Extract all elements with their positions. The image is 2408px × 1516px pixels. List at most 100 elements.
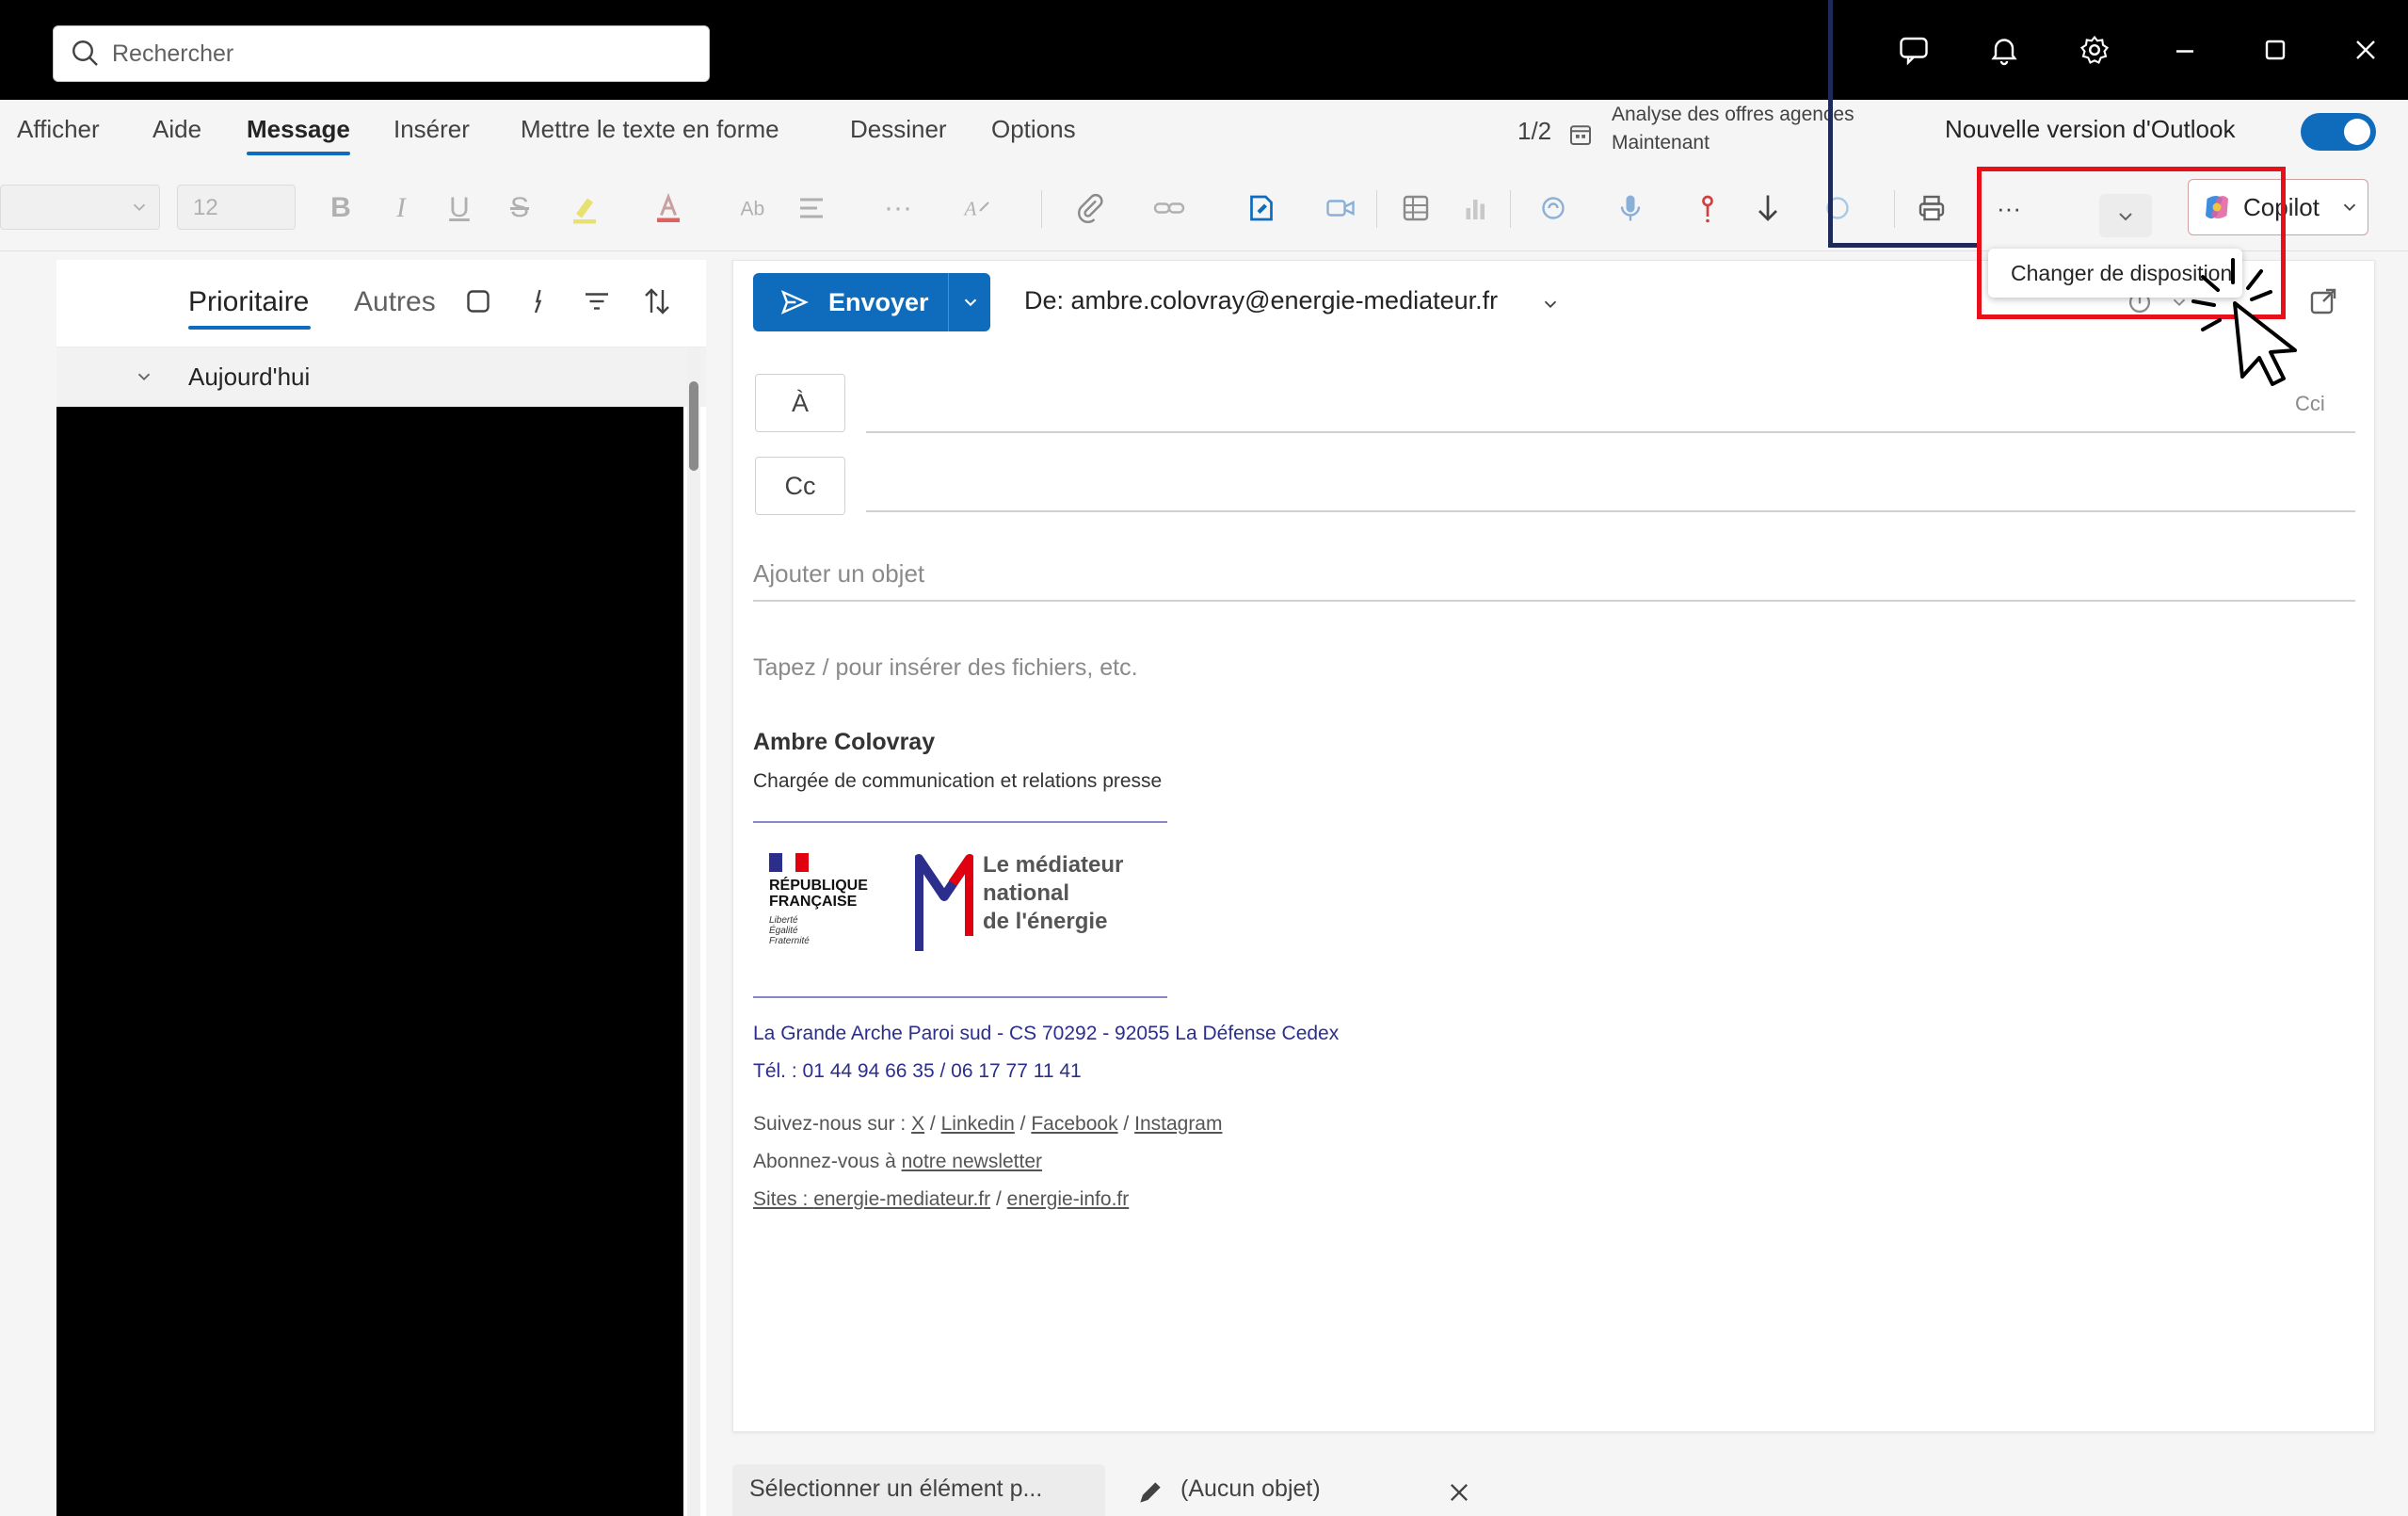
signature-phone: Tél. : 01 44 94 66 35 / 06 17 77 11 41 [753, 1060, 1082, 1082]
maximize-icon[interactable] [2254, 28, 2297, 72]
calendar-icon [1570, 125, 1591, 145]
settings-icon[interactable] [2073, 28, 2116, 72]
importance-high-icon[interactable] [1687, 186, 1728, 230]
draft-subject: (Aucun objet) [1180, 1476, 1321, 1502]
rf-motto-3: Fraternité [769, 936, 810, 946]
signature-newsletter: Abonnez-vous à notre newsletter [753, 1151, 1042, 1173]
video-icon[interactable] [1320, 186, 1361, 230]
notification-title[interactable]: Analyse des offres agences [1612, 104, 1854, 126]
filter-icon[interactable] [580, 284, 614, 318]
sep: / [1117, 1113, 1135, 1135]
subject-input[interactable]: Ajouter un objet [753, 559, 924, 589]
draft-tab[interactable]: (Aucun objet) [1120, 1464, 1478, 1516]
chat-icon[interactable] [1892, 28, 1935, 72]
tab-dessiner[interactable]: Dessiner [850, 115, 947, 144]
signature-social: Suivez-nous sur : X / Linkedin / Faceboo… [753, 1113, 1222, 1136]
rf-line2: FRANÇAISE [769, 894, 858, 910]
tab-inserer[interactable]: Insérer [393, 115, 470, 144]
loop-icon[interactable] [1533, 186, 1574, 230]
to-button[interactable]: À [755, 374, 845, 432]
jump-to-icon[interactable] [522, 284, 555, 318]
send-label: Envoyer [828, 287, 929, 316]
mediateur-logo-line2: national [983, 880, 1070, 906]
tab-message[interactable]: Message [247, 115, 350, 155]
cc-input[interactable] [866, 460, 2355, 508]
search-icon [72, 40, 98, 66]
sensitivity-icon[interactable] [1809, 186, 1866, 230]
chevron-down-icon[interactable] [1540, 294, 1561, 314]
signature-divider [753, 821, 1167, 823]
italic-button[interactable]: I [384, 186, 418, 230]
tab-format-text[interactable]: Mettre le texte en forme [521, 115, 779, 144]
body-placeholder[interactable]: Tapez / pour insérer des fichiers, etc. [753, 654, 1138, 682]
scrollbar-thumb[interactable] [689, 381, 698, 471]
sort-icon[interactable] [640, 284, 674, 318]
subject-line [753, 600, 2355, 602]
notification-counter: 1/2 [1517, 117, 1552, 145]
tab-afficher[interactable]: Afficher [17, 115, 100, 144]
group-header-today[interactable]: Aujourd'hui [56, 347, 706, 407]
scrollbar[interactable] [687, 348, 700, 1516]
tab-aide[interactable]: Aide [153, 115, 201, 144]
bold-button[interactable]: B [324, 186, 358, 230]
font-family-select[interactable] [0, 185, 160, 230]
separator [1376, 190, 1377, 228]
link-instagram[interactable]: Instagram [1134, 1113, 1222, 1135]
chevron-down-icon[interactable] [2339, 197, 2360, 218]
select-item-tab[interactable]: Sélectionner un élément p... [732, 1464, 1105, 1516]
close-icon[interactable] [2344, 28, 2387, 72]
link-linkedin[interactable]: Linkedin [941, 1113, 1015, 1135]
underline-button[interactable]: U [442, 186, 476, 230]
link-newsletter[interactable]: notre newsletter [902, 1151, 1042, 1172]
mediateur-logo-line1: Le médiateur [983, 852, 1124, 878]
cc-button[interactable]: Cc [755, 457, 845, 515]
chevron-down-icon [964, 298, 976, 307]
table-icon[interactable] [1395, 186, 1437, 230]
highlight-icon[interactable] [561, 186, 608, 230]
tab-other[interactable]: Autres [354, 286, 436, 318]
print-icon[interactable] [1911, 186, 1952, 230]
new-outlook-toggle[interactable] [2301, 113, 2376, 151]
bcc-button[interactable]: Cci [2295, 392, 2325, 416]
from-field[interactable]: De: ambre.colovray@energie-mediateur.fr [1024, 286, 1498, 315]
republique-francaise-logo: RÉPUBLIQUE FRANÇAISE Liberté Égalité Fra… [767, 853, 880, 957]
attach-icon[interactable] [1062, 186, 1118, 230]
sep: / [924, 1113, 941, 1135]
styles-icon[interactable]: A [956, 186, 998, 230]
chevron-down-icon [133, 203, 146, 212]
bell-icon[interactable] [1983, 28, 2026, 72]
signature-role: Chargée de communication et relations pr… [753, 770, 1163, 792]
tab-focused[interactable]: Prioritaire [188, 286, 309, 318]
link-facebook[interactable]: Facebook [1031, 1113, 1117, 1135]
format-painter-icon[interactable]: Ab [732, 186, 774, 230]
more-format-button[interactable]: ··· [879, 186, 917, 230]
mediateur-logo-line3: de l'énergie [983, 909, 1108, 934]
chart-icon[interactable] [1455, 186, 1497, 230]
sign-icon[interactable] [1233, 186, 1290, 230]
importance-low-icon[interactable] [1747, 186, 1789, 230]
close-icon[interactable] [1446, 1479, 1472, 1506]
notification-time: Maintenant [1612, 132, 1710, 153]
sites-prefix: Sites : [753, 1188, 814, 1210]
search-input[interactable]: Rechercher [53, 25, 710, 82]
send-options-button[interactable] [948, 273, 991, 331]
link-site-mediateur[interactable]: energie-mediateur.fr [813, 1188, 990, 1210]
dictate-icon[interactable] [1610, 186, 1651, 230]
svg-text:Ab: Ab [741, 199, 765, 220]
font-size-select[interactable]: 12 [177, 185, 296, 230]
font-color-icon[interactable] [648, 186, 689, 230]
strikethrough-button[interactable]: S [503, 186, 537, 230]
compose-pane [732, 260, 2375, 1432]
to-input[interactable] [866, 377, 2297, 429]
toggle-knob [2344, 119, 2370, 145]
rf-motto-1: Liberté [769, 915, 798, 926]
link-x[interactable]: X [911, 1113, 924, 1135]
minimize-icon[interactable] [2163, 28, 2207, 72]
select-icon[interactable] [461, 284, 495, 318]
menu-bar: Afficher Aide Message Insérer Mettre le … [0, 100, 2408, 166]
paragraph-icon[interactable] [791, 186, 832, 230]
send-icon [780, 290, 809, 314]
link-icon[interactable] [1148, 186, 1190, 230]
tab-options[interactable]: Options [991, 115, 1076, 144]
link-site-info[interactable]: energie-info.fr [1007, 1188, 1130, 1210]
